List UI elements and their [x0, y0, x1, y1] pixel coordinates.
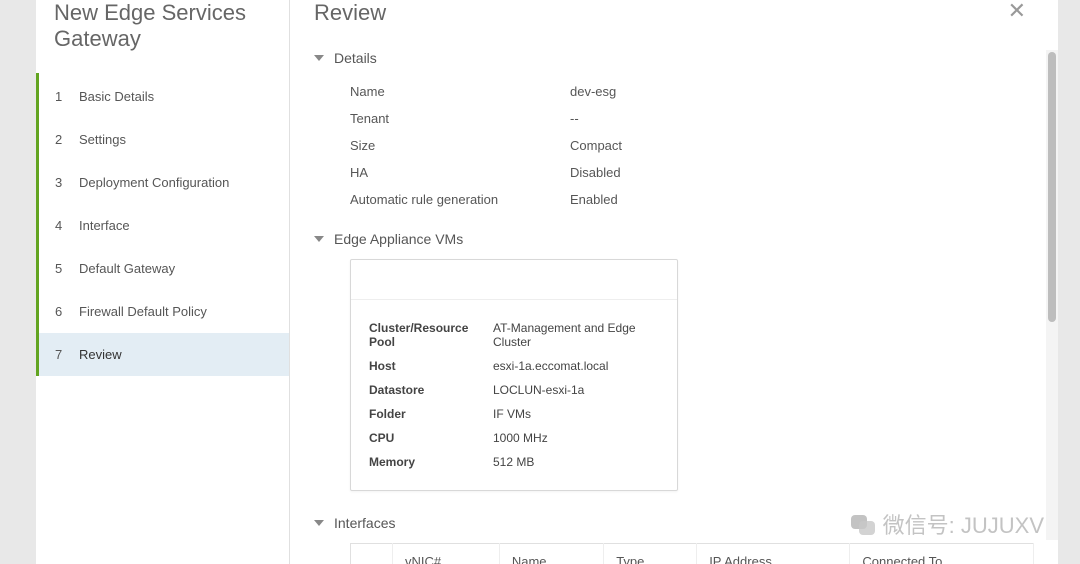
- appliance-label: Host: [369, 359, 493, 373]
- step-interface[interactable]: 4 Interface: [39, 204, 289, 247]
- appliance-tabs: [351, 260, 677, 300]
- wizard-sidebar: New Edge Services Gateway 1 Basic Detail…: [36, 0, 290, 564]
- appliance-value: esxi-1a.eccomat.local: [493, 359, 659, 373]
- appliance-value: 1000 MHz: [493, 431, 659, 445]
- step-number: 2: [55, 132, 71, 147]
- kv-label: Size: [350, 138, 570, 153]
- interfaces-table: vNIC# Name Type IP Address Connected To: [350, 543, 1034, 564]
- step-basic-details[interactable]: 1 Basic Details: [39, 75, 289, 118]
- step-label: Deployment Configuration: [79, 175, 277, 190]
- table-header-vnic: vNIC#: [393, 544, 500, 564]
- kv-label: HA: [350, 165, 570, 180]
- table-header-expand: [351, 544, 393, 564]
- section-header-details[interactable]: Details: [314, 50, 1034, 66]
- step-settings[interactable]: 2 Settings: [39, 118, 289, 161]
- appliance-row: Cluster/Resource Pool AT-Management and …: [369, 316, 659, 354]
- table-header-ip: IP Address: [697, 544, 850, 564]
- step-firewall-policy[interactable]: 6 Firewall Default Policy: [39, 290, 289, 333]
- chevron-down-icon: [314, 55, 324, 61]
- step-number: 1: [55, 89, 71, 104]
- appliance-row: Memory 512 MB: [369, 450, 659, 474]
- appliance-row: Datastore LOCLUN-esxi-1a: [369, 378, 659, 402]
- step-deployment-config[interactable]: 3 Deployment Configuration: [39, 161, 289, 204]
- appliance-label: CPU: [369, 431, 493, 445]
- kv-value: Enabled: [570, 192, 618, 207]
- kv-row: Tenant --: [350, 105, 1034, 132]
- section-heading: Interfaces: [334, 515, 395, 531]
- appliance-value: 512 MB: [493, 455, 659, 469]
- table-header-name: Name: [499, 544, 603, 564]
- table-header-connected: Connected To: [850, 544, 1034, 564]
- appliance-row: CPU 1000 MHz: [369, 426, 659, 450]
- section-header-interfaces[interactable]: Interfaces: [314, 515, 1034, 531]
- kv-value: Disabled: [570, 165, 621, 180]
- wizard-title: New Edge Services Gateway: [36, 0, 289, 73]
- scrollbar-thumb[interactable]: [1048, 52, 1056, 322]
- kv-label: Tenant: [350, 111, 570, 126]
- step-number: 4: [55, 218, 71, 233]
- chevron-down-icon: [314, 520, 324, 526]
- close-icon: ✕: [1008, 0, 1026, 23]
- appliance-label: Cluster/Resource Pool: [369, 321, 493, 349]
- kv-value: --: [570, 111, 579, 126]
- step-review[interactable]: 7 Review: [39, 333, 289, 376]
- step-label: Interface: [79, 218, 277, 233]
- table-header-type: Type: [604, 544, 697, 564]
- step-number: 5: [55, 261, 71, 276]
- appliance-label: Datastore: [369, 383, 493, 397]
- kv-label: Name: [350, 84, 570, 99]
- content-header: Review ✕: [290, 0, 1058, 50]
- page-title: Review: [314, 0, 386, 26]
- step-label: Default Gateway: [79, 261, 277, 276]
- kv-value: dev-esg: [570, 84, 616, 99]
- section-heading: Edge Appliance VMs: [334, 231, 463, 247]
- step-label: Settings: [79, 132, 277, 147]
- wizard-dialog: New Edge Services Gateway 1 Basic Detail…: [36, 0, 1058, 564]
- step-label: Review: [79, 347, 277, 362]
- section-header-appliances[interactable]: Edge Appliance VMs: [314, 231, 1034, 247]
- kv-row: Automatic rule generation Enabled: [350, 186, 1034, 213]
- wizard-content: Review ✕ Details Name dev-esg Tenant --: [290, 0, 1058, 564]
- appliance-row: Host esxi-1a.eccomat.local: [369, 354, 659, 378]
- step-default-gateway[interactable]: 5 Default Gateway: [39, 247, 289, 290]
- appliance-label: Memory: [369, 455, 493, 469]
- kv-row: Size Compact: [350, 132, 1034, 159]
- step-number: 7: [55, 347, 71, 362]
- step-label: Basic Details: [79, 89, 277, 104]
- step-label: Firewall Default Policy: [79, 304, 277, 319]
- review-scroll-area[interactable]: Details Name dev-esg Tenant -- Size Comp…: [290, 50, 1058, 564]
- kv-label: Automatic rule generation: [350, 192, 570, 207]
- appliance-value: IF VMs: [493, 407, 659, 421]
- close-button[interactable]: ✕: [1000, 0, 1034, 22]
- kv-row: HA Disabled: [350, 159, 1034, 186]
- appliance-card: Cluster/Resource Pool AT-Management and …: [350, 259, 678, 491]
- step-number: 3: [55, 175, 71, 190]
- wizard-steps: 1 Basic Details 2 Settings 3 Deployment …: [36, 73, 289, 376]
- appliance-row: Folder IF VMs: [369, 402, 659, 426]
- appliance-label: Folder: [369, 407, 493, 421]
- appliance-body: Cluster/Resource Pool AT-Management and …: [351, 300, 677, 490]
- kv-value: Compact: [570, 138, 622, 153]
- kv-row: Name dev-esg: [350, 78, 1034, 105]
- appliance-value: AT-Management and Edge Cluster: [493, 321, 659, 349]
- chevron-down-icon: [314, 236, 324, 242]
- section-heading: Details: [334, 50, 377, 66]
- step-number: 6: [55, 304, 71, 319]
- details-list: Name dev-esg Tenant -- Size Compact HA D…: [314, 78, 1034, 213]
- appliance-value: LOCLUN-esxi-1a: [493, 383, 659, 397]
